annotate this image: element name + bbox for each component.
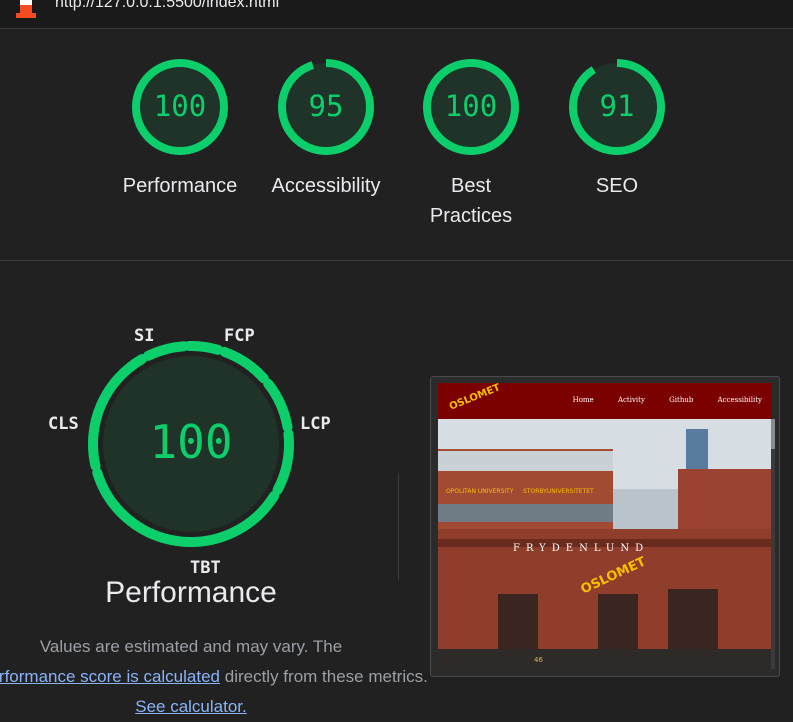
performance-score-large: 100 bbox=[149, 415, 233, 469]
gauge-seo[interactable]: 91 SEO bbox=[552, 57, 682, 201]
site-logo: OSLOMET bbox=[447, 382, 502, 413]
url-text: http://127.0.0.1:5500/index.html bbox=[55, 0, 280, 11]
browser-url-bar[interactable]: http://127.0.0.1:5500/index.html bbox=[0, 0, 793, 29]
gauge-label: SEO bbox=[595, 175, 639, 197]
gauge-arc-si-2 bbox=[143, 341, 190, 361]
facade-sign-left: OPOLITAN UNIVERSITY bbox=[446, 488, 514, 495]
gauge-performance[interactable]: 100 Performance bbox=[115, 57, 245, 201]
metric-label-fcp: FCP bbox=[224, 326, 255, 346]
final-screenshot[interactable]: OSLOMET Home Activity Github Accessibili… bbox=[430, 376, 780, 677]
performance-description: Values are estimated and may vary. The p… bbox=[0, 632, 428, 722]
site-nav-activity: Activity bbox=[617, 396, 645, 404]
gauge-label: Accessibility bbox=[271, 175, 381, 197]
site-nav-links: Home Activity Github Accessibility bbox=[551, 396, 762, 404]
metric-label-lcp: LCP bbox=[300, 414, 331, 434]
site-nav-accessibility: Accessibility bbox=[717, 396, 762, 404]
gauge-accessibility[interactable]: 95 Accessibility bbox=[261, 57, 391, 201]
description-text: Values are estimated and may vary. The bbox=[39, 637, 343, 656]
lighthouse-icon bbox=[12, 0, 38, 27]
see-calculator-link[interactable]: See calculator. bbox=[135, 697, 247, 716]
site-navbar: OSLOMET Home Activity Github Accessibili… bbox=[438, 382, 772, 419]
performance-title: Performance bbox=[105, 576, 277, 609]
gauge-best-practices[interactable]: 100 Best Practices bbox=[406, 57, 536, 231]
metric-label-tbt: TBT bbox=[190, 558, 221, 578]
facade-sign-right: STORBYUNIVERSITETET bbox=[523, 488, 594, 495]
building-sign: FRYDENLUND bbox=[513, 543, 649, 554]
building-photo: OPOLITAN UNIVERSITY STORBYUNIVERSITETET … bbox=[438, 419, 772, 670]
score-calculated-link[interactable]: performance score is calculated bbox=[0, 667, 220, 686]
site-nav-home: Home bbox=[572, 396, 594, 404]
gauge-arc-si bbox=[184, 341, 224, 355]
gauge-score: 91 bbox=[599, 89, 635, 123]
gauge-label: Performance bbox=[122, 175, 238, 197]
metric-label-si: SI bbox=[134, 326, 155, 346]
site-nav-github: Github bbox=[669, 396, 694, 404]
door-number: 46 bbox=[534, 656, 543, 664]
metric-label-cls: CLS bbox=[48, 414, 79, 434]
gauge-score: 95 bbox=[308, 89, 344, 123]
description-text-2: directly from these metrics. bbox=[220, 667, 428, 686]
gauge-label: Best Practices bbox=[429, 175, 513, 227]
screenshot-scrollbar[interactable] bbox=[771, 419, 775, 669]
gauge-score: 100 bbox=[153, 89, 207, 123]
section-divider bbox=[0, 260, 793, 261]
vertical-divider bbox=[398, 473, 399, 580]
gauge-score: 100 bbox=[444, 89, 498, 123]
